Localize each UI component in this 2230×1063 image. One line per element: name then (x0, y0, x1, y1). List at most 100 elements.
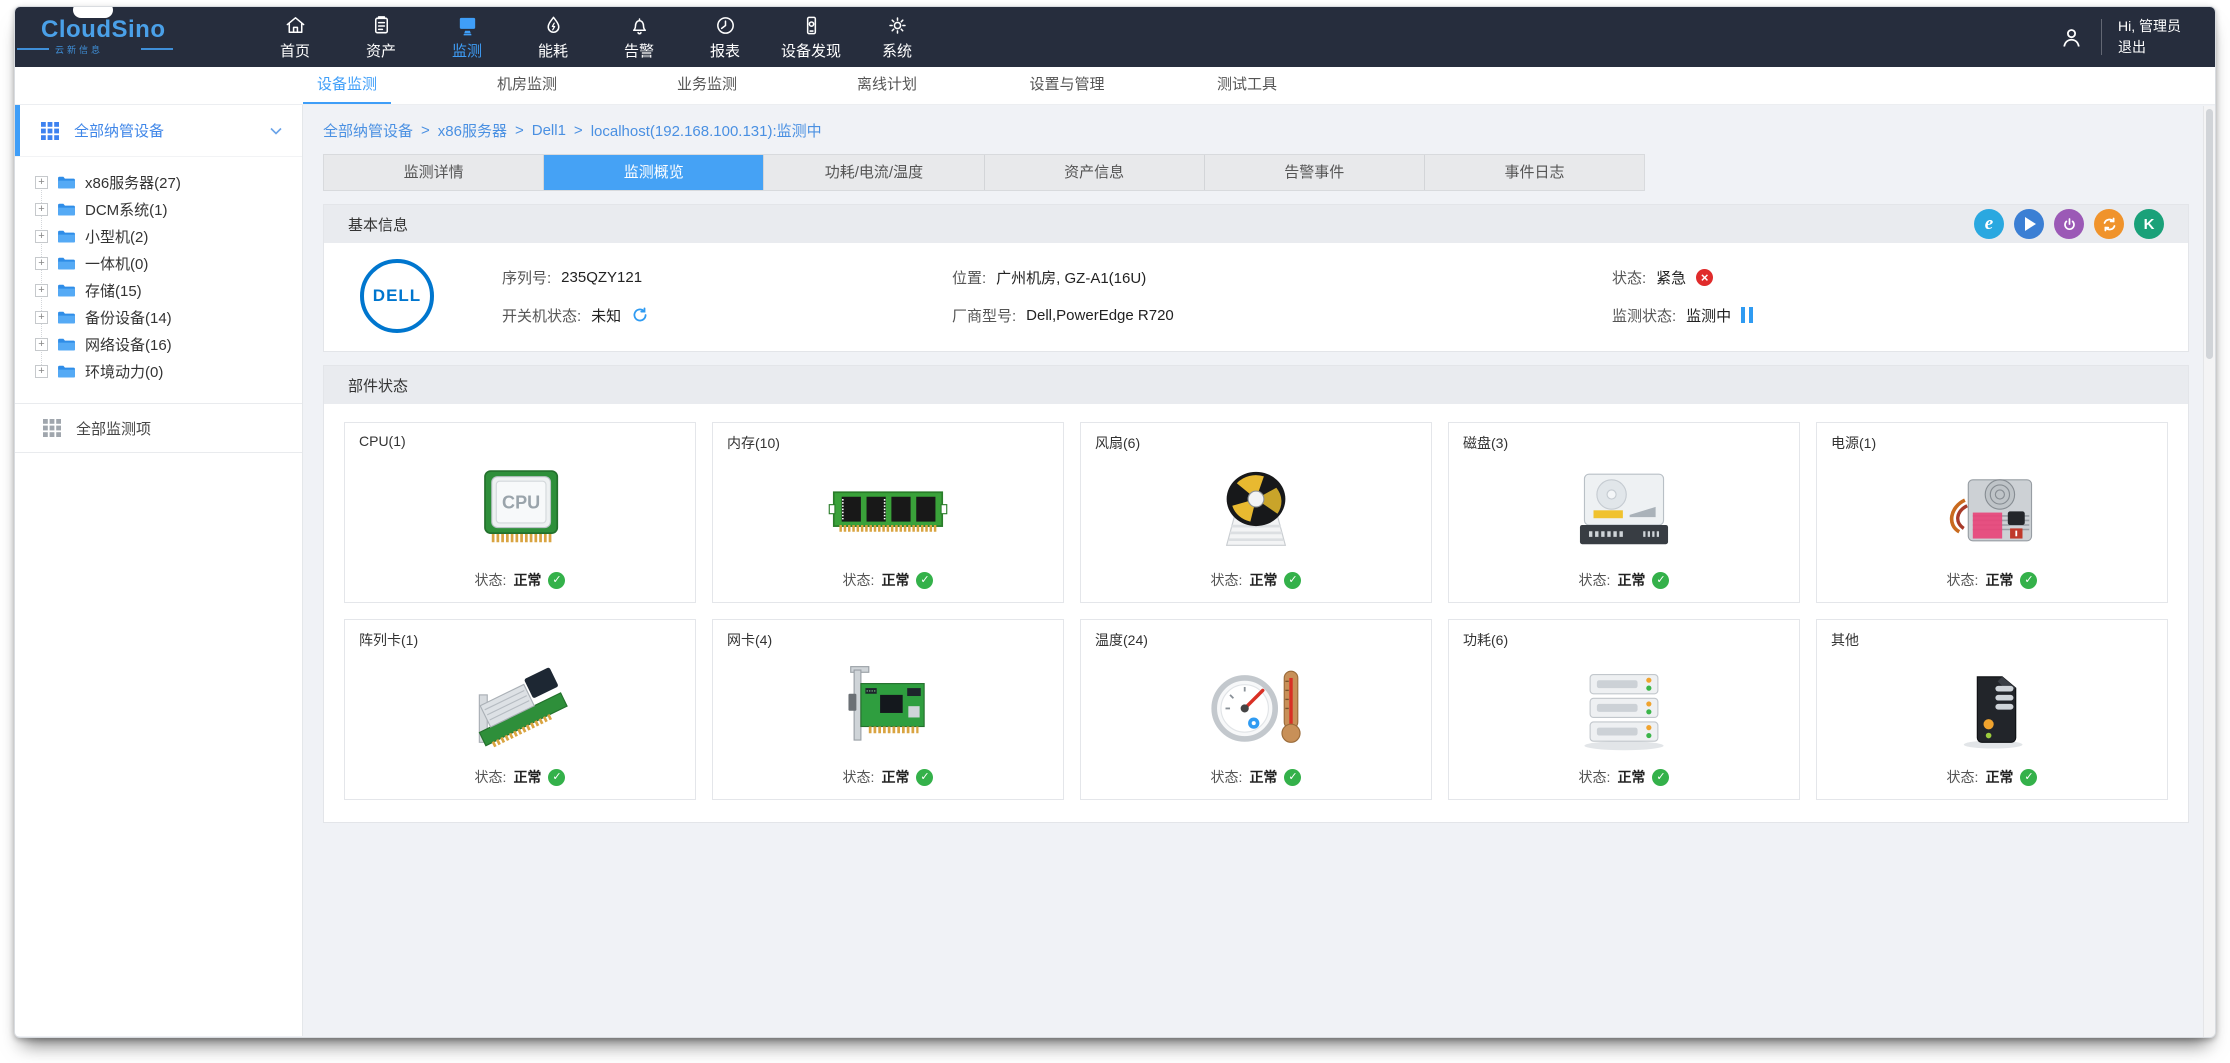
component-card-5[interactable]: 电源(1)状态:正常✓ (1816, 422, 2168, 603)
sidebar-item-all-monitor-items[interactable]: 全部监测项 (15, 403, 302, 453)
nav-item-monitor[interactable]: 监测 (424, 7, 510, 67)
power-state-value: 未知 (591, 305, 621, 326)
top-navbar: CloudSino 云新信息 首页资产监测能耗 告警报表设备发现系统 Hi, 管理… (15, 7, 2215, 67)
component-card-8[interactable]: 温度(24)状态:正常✓ (1080, 619, 1432, 800)
power-icon[interactable] (2054, 209, 2084, 239)
card-status: 状态:正常✓ (727, 767, 1049, 791)
status-label: 状态: (1612, 267, 1646, 288)
component-card-4[interactable]: 磁盘(3)状态:正常✓ (1448, 422, 1800, 603)
ram-icon (727, 453, 1049, 570)
tree-item-label: 一体机(0) (85, 253, 148, 274)
subnav-item-2[interactable]: 机房监测 (437, 67, 617, 104)
nav-item-energy[interactable]: 能耗 (510, 7, 596, 67)
user-area: Hi, 管理员 退出 (2058, 16, 2215, 58)
component-card-1[interactable]: CPU(1)CPU状态:正常✓ (344, 422, 696, 603)
subnav-item-3[interactable]: 业务监测 (617, 67, 797, 104)
system-icon (886, 14, 909, 37)
device-actions: eK (1974, 209, 2164, 239)
sync-icon[interactable] (2094, 209, 2124, 239)
expand-icon[interactable]: + (35, 338, 48, 351)
power-usage-icon (1463, 650, 1785, 767)
tree-item-label: 网络设备(16) (85, 334, 172, 355)
nav-item-label: 能耗 (538, 40, 568, 61)
refresh-icon[interactable] (631, 306, 649, 324)
tab-5[interactable]: 告警事件 (1205, 155, 1425, 190)
expand-icon[interactable]: + (35, 365, 48, 378)
nav-item-report[interactable]: 报表 (682, 7, 768, 67)
expand-icon[interactable]: + (35, 230, 48, 243)
folder-icon (57, 283, 76, 298)
scrollbar-thumb[interactable] (2206, 109, 2213, 359)
alarm-icon (628, 14, 651, 37)
svg-text:CPU: CPU (502, 492, 540, 512)
subnav-item-6[interactable]: 测试工具 (1157, 67, 1337, 104)
logout-link[interactable]: 退出 (2118, 37, 2181, 58)
expand-icon[interactable]: + (35, 257, 48, 270)
energy-icon (542, 14, 565, 37)
expand-icon[interactable]: + (35, 311, 48, 324)
component-card-9[interactable]: 功耗(6)状态:正常✓ (1448, 619, 1800, 800)
tab-2[interactable]: 监测概览 (544, 155, 764, 190)
card-title: 网卡(4) (727, 630, 1049, 650)
card-status-label: 状态: (843, 570, 875, 590)
expand-icon[interactable]: + (35, 176, 48, 189)
tree-item-7[interactable]: + 网络设备(16) (35, 331, 302, 358)
subnav-item-label: 设置与管理 (1015, 67, 1118, 102)
kvm-icon[interactable]: K (2134, 209, 2164, 239)
card-title: 电源(1) (1831, 433, 2153, 453)
nav-item-label: 系统 (882, 40, 912, 61)
tree-item-8[interactable]: +环境动力(0) (35, 358, 302, 385)
component-card-10[interactable]: 其他状态:正常✓ (1816, 619, 2168, 800)
app-window: CloudSino 云新信息 首页资产监测能耗 告警报表设备发现系统 Hi, 管理… (14, 6, 2216, 1038)
subnav-item-5[interactable]: 设置与管理 (977, 67, 1157, 104)
ie-browser-icon[interactable]: e (1974, 209, 2004, 239)
expand-icon[interactable]: + (35, 284, 48, 297)
tab-3[interactable]: 功耗/电流/温度 (764, 155, 984, 190)
check-icon: ✓ (1284, 769, 1301, 786)
subnav-item-1[interactable]: 设备监测 (257, 67, 437, 104)
app-logo[interactable]: CloudSino 云新信息 (15, 18, 240, 56)
tree-item-4[interactable]: + 一体机(0) (35, 250, 302, 277)
card-status-label: 状态: (1211, 570, 1243, 590)
dell-logo: DELL (360, 259, 434, 333)
nic-icon (727, 650, 1049, 767)
tree-item-2[interactable]: +DCM系统(1) (35, 196, 302, 223)
tree-item-5[interactable]: +存储(15) (35, 277, 302, 304)
tab-4[interactable]: 资产信息 (985, 155, 1205, 190)
breadcrumb-item-2[interactable]: x86服务器 (438, 120, 507, 141)
nav-item-asset[interactable]: 资产 (338, 7, 424, 67)
cpu-icon: CPU (359, 449, 681, 570)
tree-item-6[interactable]: +备份设备(14) (35, 304, 302, 331)
component-card-2[interactable]: 内存(10)状态:正常✓ (712, 422, 1064, 603)
component-card-6[interactable]: 阵列卡(1)状态:正常✓ (344, 619, 696, 800)
nav-item-alarm[interactable]: 告警 (596, 7, 682, 67)
play-icon[interactable] (2014, 209, 2044, 239)
component-status-panel: 部件状态 CPU(1)CPU状态:正常✓内存(10)状态:正常✓风扇(6)状态:… (323, 365, 2189, 823)
subnav-item-4[interactable]: 离线计划 (797, 67, 977, 104)
location-value: 广州机房, GZ-A1(16U) (996, 267, 1146, 288)
tab-1[interactable]: 监测详情 (324, 155, 544, 190)
breadcrumb-item-3[interactable]: Dell1 (532, 122, 566, 139)
card-status: 状态:正常✓ (727, 570, 1049, 594)
breadcrumb-item-1[interactable]: 全部纳管设备 (323, 120, 413, 141)
nav-item-discovery[interactable]: 设备发现 (768, 7, 854, 67)
breadcrumb-item-4[interactable]: localhost(192.168.100.131):监测中 (591, 120, 822, 141)
component-cards: CPU(1)CPU状态:正常✓内存(10)状态:正常✓风扇(6)状态:正常✓磁盘… (324, 404, 2188, 822)
tree-item-3[interactable]: +小型机(2) (35, 223, 302, 250)
scrollbar[interactable] (2203, 106, 2215, 1037)
chevron-down-icon[interactable] (270, 127, 282, 135)
tab-6[interactable]: 事件日志 (1425, 155, 1644, 190)
pause-icon[interactable] (1741, 307, 1753, 323)
nav-item-home[interactable]: 首页 (252, 7, 338, 67)
nav-item-system[interactable]: 系统 (854, 7, 940, 67)
tree-item-1[interactable]: +x86服务器(27) (35, 169, 302, 196)
sidebar-footer-label: 全部监测项 (76, 418, 151, 439)
card-status-value: 正常 (1249, 570, 1277, 590)
user-icon[interactable] (2058, 24, 2085, 51)
component-card-7[interactable]: 网卡(4) 状态:正常✓ (712, 619, 1064, 800)
sidebar-group-all-devices[interactable]: 全部纳管设备 (15, 105, 302, 157)
component-card-3[interactable]: 风扇(6)状态:正常✓ (1080, 422, 1432, 603)
expand-icon[interactable]: + (35, 203, 48, 216)
card-status-label: 状态: (475, 767, 507, 787)
card-status-label: 状态: (1211, 767, 1243, 787)
